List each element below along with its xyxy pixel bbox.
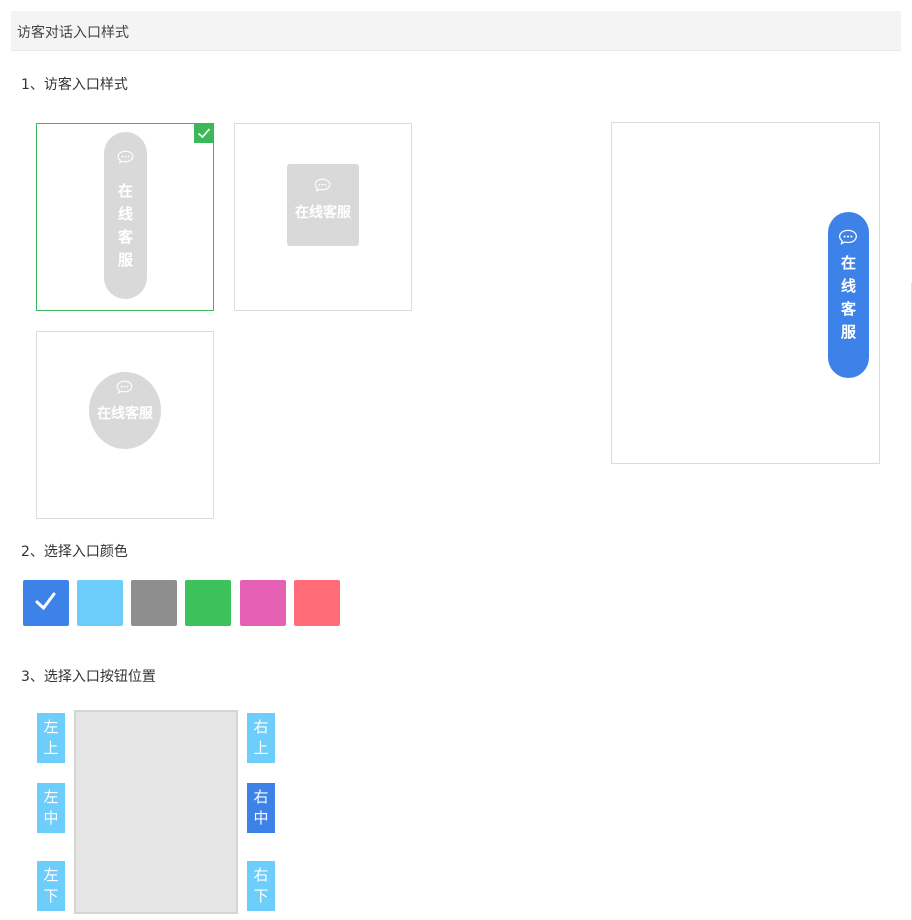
color-swatch-blue[interactable] — [23, 580, 69, 626]
selected-check-badge — [194, 123, 214, 143]
vertical-pill-button: 在 线 客 服 — [104, 132, 147, 299]
pos-char: 右 — [253, 788, 269, 806]
checkmark-icon — [197, 128, 211, 139]
pos-char: 下 — [253, 887, 269, 905]
style-option-square[interactable]: 在线客服 — [234, 123, 412, 311]
circle-button: 在线客服 — [89, 372, 161, 449]
style-option-circle[interactable]: 在线客服 — [36, 331, 214, 519]
header-bar: 访客对话入口样式 — [11, 11, 901, 51]
chat-bubble-icon — [314, 178, 331, 192]
color-swatch-red[interactable] — [294, 580, 340, 626]
pill-char: 服 — [117, 251, 133, 269]
pos-char: 下 — [43, 887, 59, 905]
chat-bubble-icon — [116, 380, 133, 394]
section-title-color: 2、选择入口颜色 — [21, 544, 128, 560]
circle-button-label: 在线客服 — [97, 406, 153, 422]
position-bottom-left[interactable]: 左 下 — [37, 861, 65, 911]
square-button: 在线客服 — [287, 164, 359, 246]
section-title-position: 3、选择入口按钮位置 — [21, 669, 156, 685]
pill-char: 客 — [117, 228, 133, 246]
position-preview-screen — [74, 710, 238, 914]
chat-bubble-icon — [839, 229, 857, 245]
color-swatch-gray[interactable] — [131, 580, 177, 626]
pill-char: 在 — [117, 182, 133, 200]
preview-frame: 在 线 客 服 — [611, 122, 880, 464]
pos-char: 上 — [43, 739, 59, 757]
position-top-right[interactable]: 右 上 — [247, 713, 275, 763]
style-option-vertical-pill[interactable]: 在 线 客 服 — [36, 123, 214, 311]
preview-char: 线 — [840, 277, 856, 295]
preview-char: 在 — [840, 254, 856, 272]
page-title: 访客对话入口样式 — [17, 25, 129, 41]
square-button-label: 在线客服 — [295, 205, 351, 221]
preview-char: 服 — [840, 323, 856, 341]
color-swatch-green[interactable] — [185, 580, 231, 626]
pos-char: 右 — [253, 866, 269, 884]
position-bottom-right[interactable]: 右 下 — [247, 861, 275, 911]
pos-char: 中 — [43, 809, 59, 827]
position-top-left[interactable]: 左 上 — [37, 713, 65, 763]
color-swatch-light-blue[interactable] — [77, 580, 123, 626]
pos-char: 左 — [43, 788, 59, 806]
pos-char: 左 — [43, 866, 59, 884]
pos-char: 中 — [253, 809, 269, 827]
pill-char: 线 — [117, 205, 133, 223]
section-title-style: 1、访客入口样式 — [21, 77, 128, 93]
preview-char: 客 — [840, 300, 856, 318]
preview-entry-button: 在 线 客 服 — [828, 212, 869, 378]
position-middle-left[interactable]: 左 中 — [37, 783, 65, 833]
color-swatch-pink[interactable] — [240, 580, 286, 626]
pos-char: 右 — [253, 718, 269, 736]
pos-char: 左 — [43, 718, 59, 736]
chat-bubble-icon — [117, 150, 134, 164]
checkmark-icon — [35, 592, 56, 611]
pos-char: 上 — [253, 739, 269, 757]
position-middle-right[interactable]: 右 中 — [247, 783, 275, 833]
